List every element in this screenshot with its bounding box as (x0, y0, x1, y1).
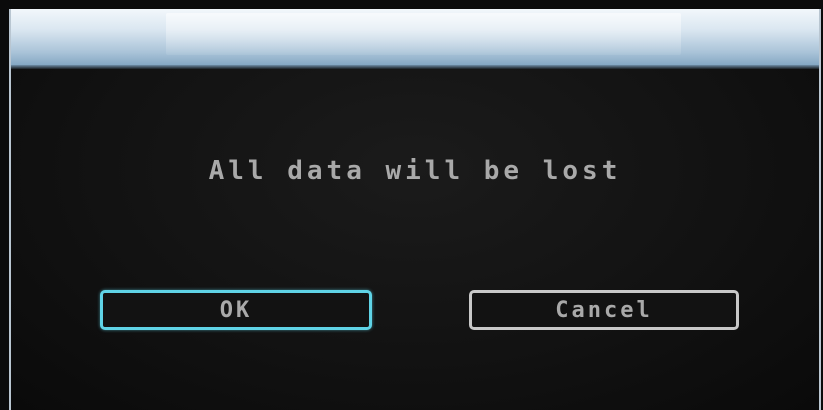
cancel-button[interactable]: Cancel (469, 290, 739, 330)
ok-button[interactable]: OK (100, 290, 372, 330)
title-bar-divider (11, 65, 819, 69)
screen: All data will be lost OK Cancel (0, 0, 823, 410)
ok-button-label: OK (219, 297, 253, 323)
dialog-title-bar (11, 9, 819, 67)
dialog-message: All data will be lost (208, 156, 622, 186)
confirm-dialog: All data will be lost OK Cancel (9, 9, 821, 410)
title-bar-highlight (166, 13, 681, 55)
cancel-button-label: Cancel (555, 297, 653, 323)
